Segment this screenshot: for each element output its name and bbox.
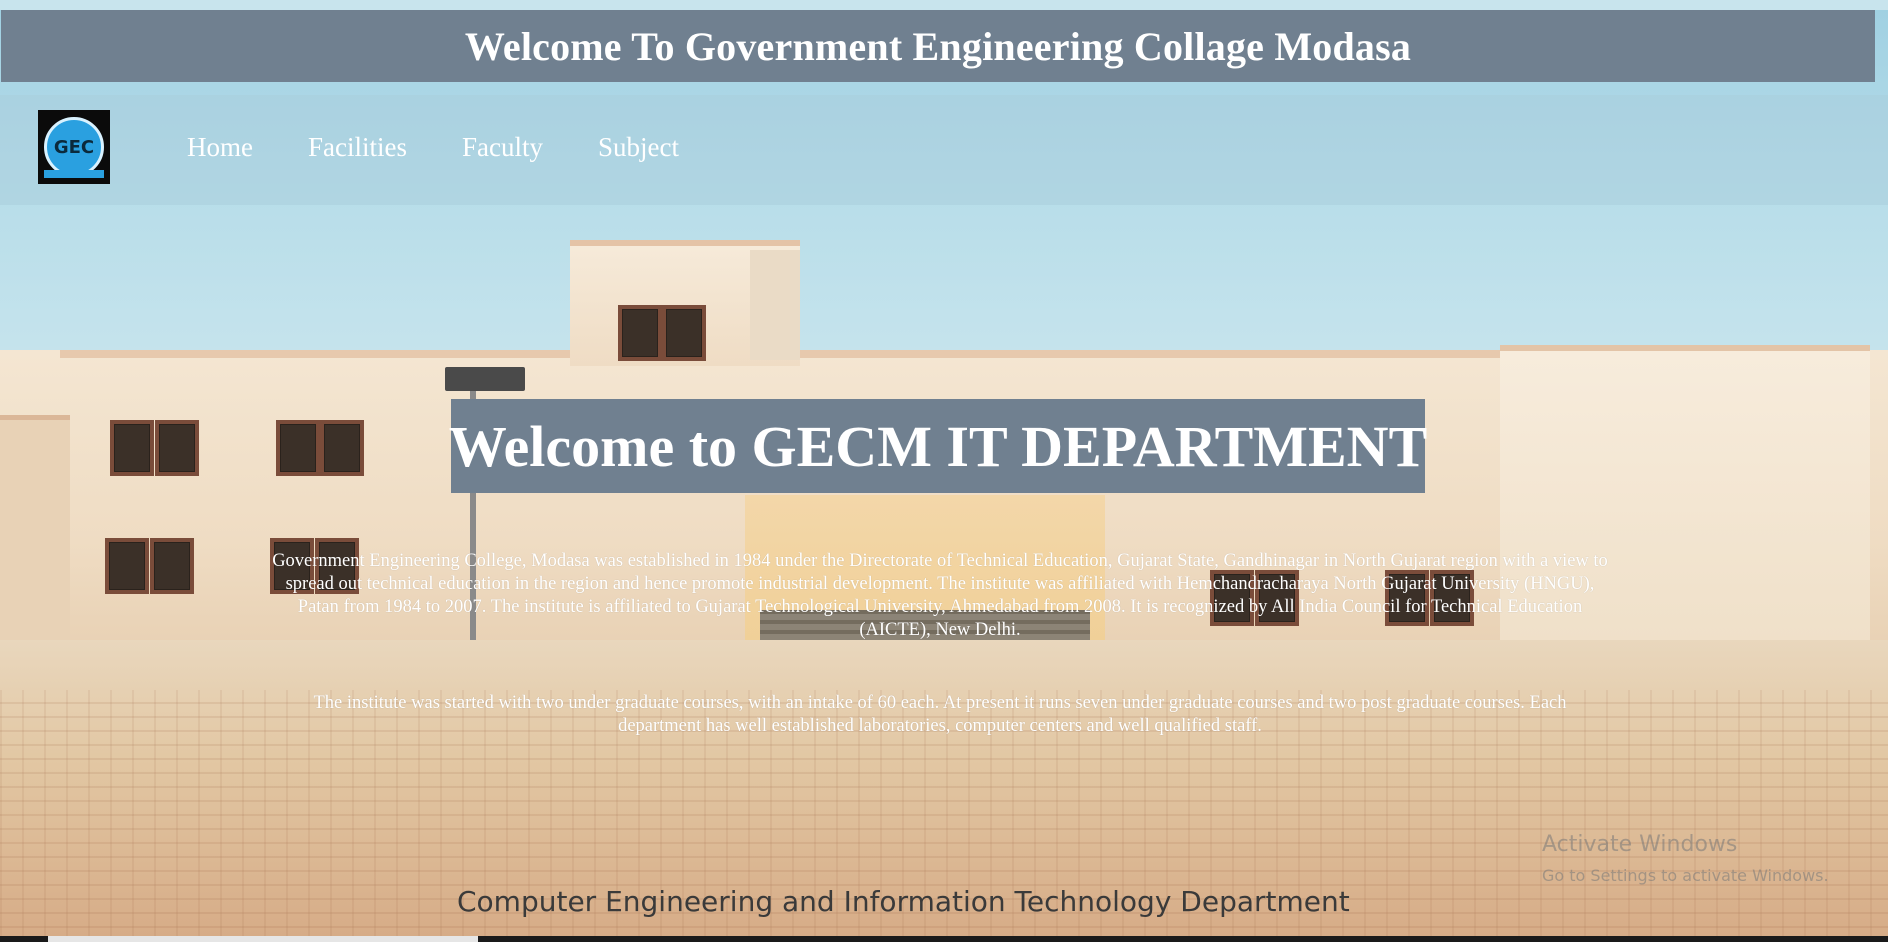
hero-title: Welcome to GECM IT DEPARTMENT <box>448 413 1428 479</box>
nav-home-link[interactable]: Home <box>187 132 253 163</box>
floodlight <box>445 367 525 391</box>
college-logo[interactable]: GEC <box>38 110 110 184</box>
scrollbar-thumb[interactable] <box>48 936 478 942</box>
building-window <box>150 538 194 594</box>
main-nav: Home Facilities Faculty Subject <box>187 132 679 163</box>
hero-banner: Welcome to GECM IT DEPARTMENT <box>448 399 1428 493</box>
building-window <box>618 305 662 361</box>
building-window <box>110 420 154 476</box>
building-tower-side <box>750 250 800 360</box>
building-window <box>105 538 149 594</box>
header-banner: Welcome To Government Engineering Collag… <box>1 10 1875 82</box>
building-window <box>662 305 706 361</box>
nav-subject-link[interactable]: Subject <box>598 132 679 163</box>
building-window <box>276 420 320 476</box>
building-sign-caption: Computer Engineering and Information Tec… <box>457 885 1350 918</box>
intro-paragraph: Government Engineering College, Modasa w… <box>272 550 1608 640</box>
logo-ribbon <box>44 170 104 178</box>
building-window <box>155 420 199 476</box>
top-strip <box>0 0 1888 10</box>
courses-paragraph: The institute was started with two under… <box>313 692 1567 736</box>
nav-faculty-link[interactable]: Faculty <box>462 132 543 163</box>
activate-windows-subtitle: Go to Settings to activate Windows. <box>1542 866 1829 885</box>
building-window <box>320 420 364 476</box>
horizontal-scrollbar[interactable] <box>0 936 1888 942</box>
activate-windows-title: Activate Windows <box>1542 832 1738 857</box>
nav-facilities-link[interactable]: Facilities <box>308 132 407 163</box>
page-title: Welcome To Government Engineering Collag… <box>464 23 1412 69</box>
emblem-icon: GEC <box>44 117 104 177</box>
building-left-wing <box>0 415 70 670</box>
